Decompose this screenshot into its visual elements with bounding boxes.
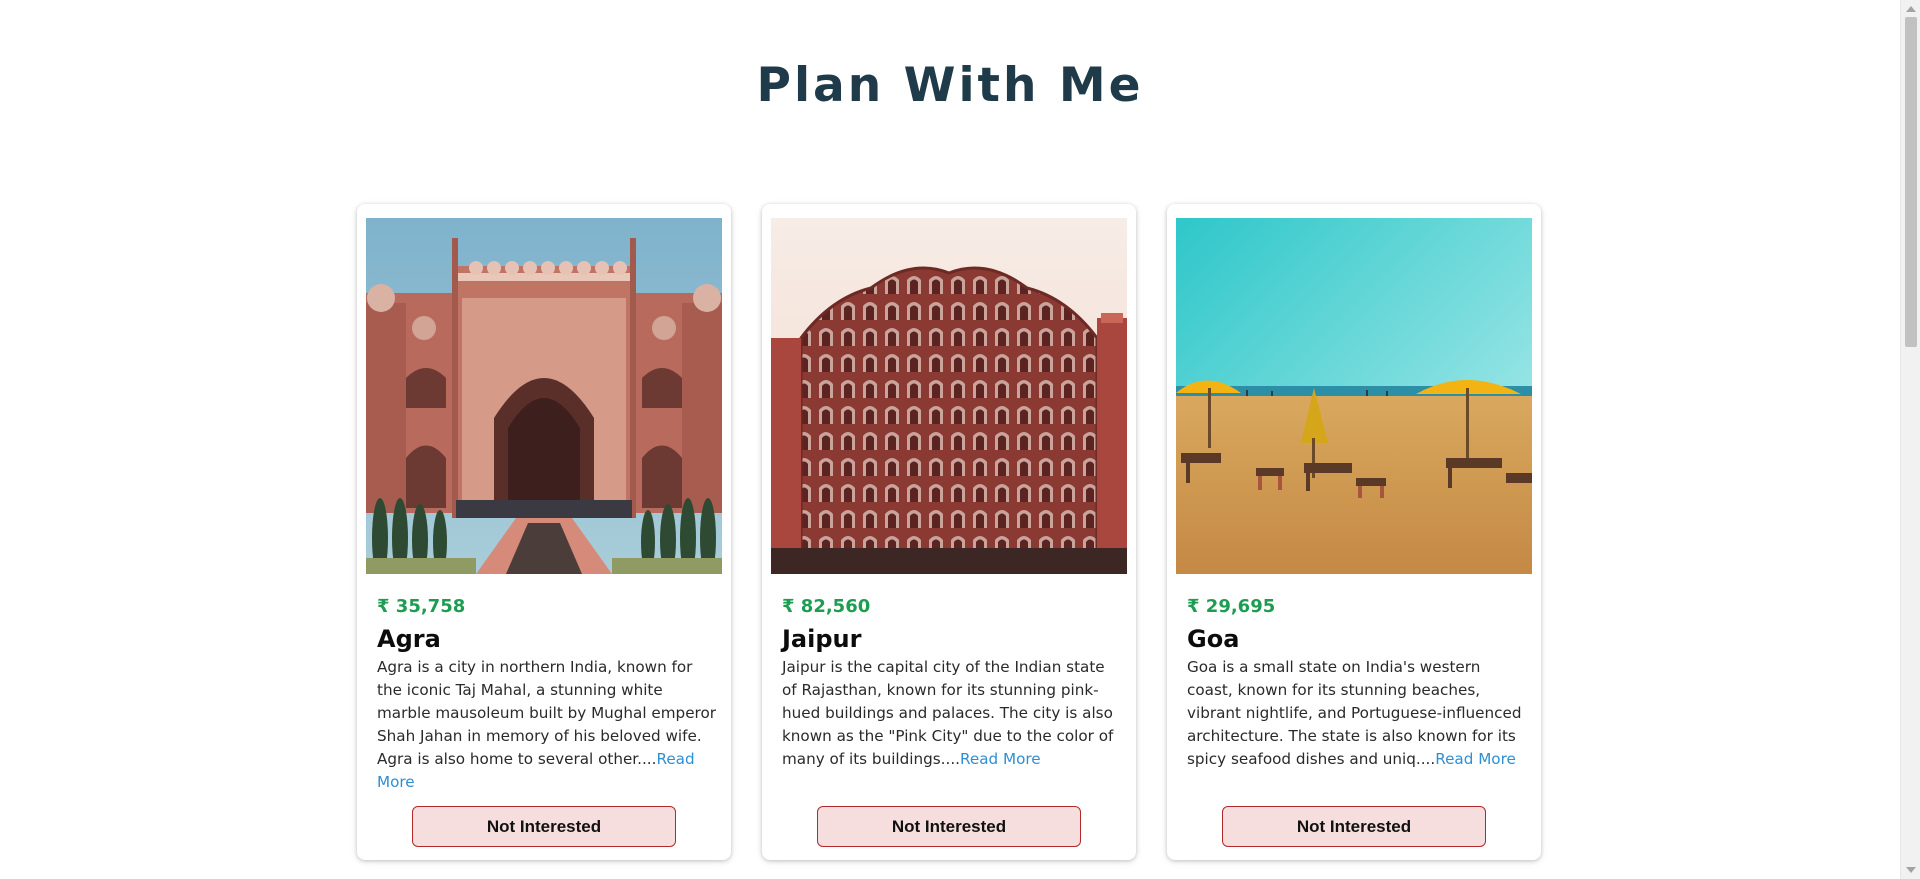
- destination-card-goa: ₹ 29,695 Goa Goa is a small state on Ind…: [1167, 204, 1541, 860]
- not-interested-button[interactable]: Not Interested: [817, 806, 1081, 847]
- page-title: Plan With Me: [756, 58, 1144, 113]
- price-label: ₹ 82,560: [782, 596, 871, 617]
- price-label: ₹ 35,758: [377, 596, 466, 617]
- not-interested-button[interactable]: Not Interested: [1222, 806, 1486, 847]
- page: Plan With Me ₹ 35,758 Agra Agra is a cit…: [0, 0, 1900, 879]
- not-interested-button[interactable]: Not Interested: [412, 806, 676, 847]
- description-text: Jaipur is the capital city of the Indian…: [782, 658, 1114, 768]
- read-more-link[interactable]: Read More: [960, 750, 1041, 768]
- vertical-scrollbar[interactable]: [1900, 0, 1920, 879]
- destination-name: Jaipur: [782, 625, 862, 653]
- hawa-mahal-image: [771, 218, 1127, 574]
- destination-card-jaipur: ₹ 82,560 Jaipur Jaipur is the capital ci…: [762, 204, 1136, 860]
- destination-name: Agra: [377, 625, 441, 653]
- scroll-up-arrow-icon[interactable]: [1906, 6, 1916, 12]
- destination-card-agra: ₹ 35,758 Agra Agra is a city in northern…: [357, 204, 731, 860]
- destination-description: Goa is a small state on India's western …: [1187, 656, 1527, 771]
- scroll-down-arrow-icon[interactable]: [1906, 867, 1916, 873]
- destination-name: Goa: [1187, 625, 1240, 653]
- mughal-gateway-image: [366, 218, 722, 574]
- destination-description: Agra is a city in northern India, known …: [377, 656, 717, 794]
- read-more-link[interactable]: Read More: [1435, 750, 1516, 768]
- price-label: ₹ 29,695: [1187, 596, 1276, 617]
- beach-image: [1176, 218, 1532, 574]
- destination-description: Jaipur is the capital city of the Indian…: [782, 656, 1122, 771]
- scrollbar-thumb[interactable]: [1905, 17, 1917, 347]
